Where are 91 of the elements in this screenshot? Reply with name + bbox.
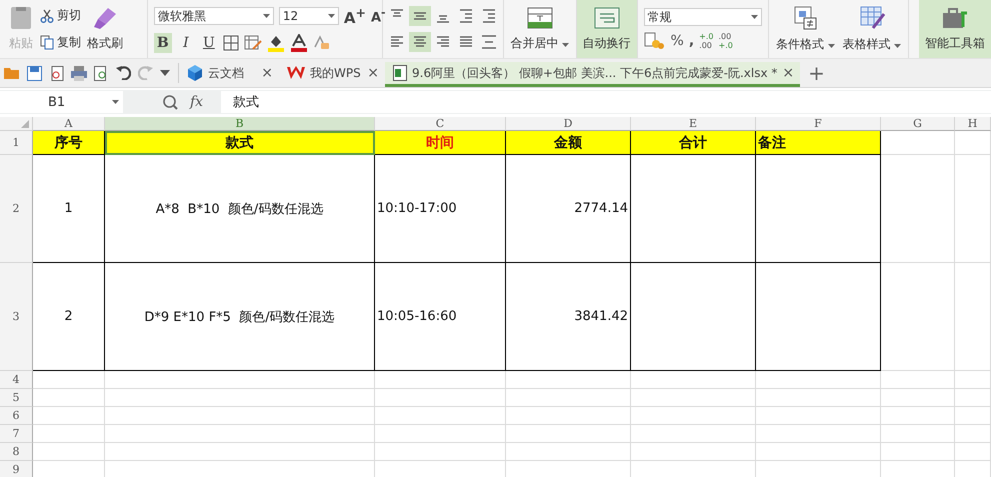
copy-button[interactable]: 复制	[40, 34, 81, 51]
caret-icon	[750, 15, 758, 19]
decrease-decimal-button[interactable]: .00 +.0	[718, 32, 733, 50]
folder-icon[interactable]	[4, 66, 20, 80]
name-box[interactable]: B1	[0, 91, 123, 113]
percent-button[interactable]: %	[670, 33, 684, 49]
row-header[interactable]: 3	[0, 263, 33, 371]
column-title-cell[interactable]: 序号	[33, 131, 105, 155]
conditional-format-icon	[792, 6, 818, 30]
column-header[interactable]: H	[955, 117, 991, 131]
row-header[interactable]: 2	[0, 155, 33, 263]
spreadsheet-file-icon	[393, 65, 407, 81]
table-cell[interactable]	[756, 263, 881, 371]
row-header[interactable]: 5	[0, 389, 33, 407]
font-name-dropdown[interactable]: 微软雅黑	[154, 7, 274, 25]
table-cell[interactable]: 3841.42	[506, 263, 631, 371]
cut-button[interactable]: 剪切	[40, 7, 81, 24]
grow-font-button[interactable]: A$^{+}$	[344, 5, 366, 27]
caret-icon	[262, 14, 270, 18]
underline-button[interactable]: U	[200, 33, 218, 53]
column-title-cell[interactable]: 款式	[105, 131, 375, 155]
cube-icon	[187, 65, 203, 81]
print-icon[interactable]	[71, 66, 87, 80]
table-cell[interactable]	[631, 263, 756, 371]
new-tab-button[interactable]: +	[808, 61, 825, 85]
table-cell[interactable]	[756, 155, 881, 263]
caret-icon	[112, 100, 119, 104]
column-title-cell[interactable]: 合计	[631, 131, 756, 155]
row-header[interactable]: 6	[0, 407, 33, 425]
table-cell[interactable]: 1	[33, 155, 105, 263]
redo-icon[interactable]	[138, 66, 153, 80]
column-header[interactable]: B	[105, 117, 375, 131]
increase-decimal-button[interactable]: +.0 .00	[699, 32, 714, 50]
column-title-cell[interactable]: 备注	[756, 131, 881, 155]
select-all-icon[interactable]	[21, 120, 29, 128]
shrink-font-button[interactable]: A$^{-}$	[370, 6, 386, 26]
clipboard-icon	[8, 6, 34, 28]
dropdown-icon[interactable]	[160, 70, 170, 76]
align-middle-icon[interactable]	[408, 6, 431, 26]
document-tab[interactable]: 我的WPS ×	[279, 59, 385, 87]
font-size-dropdown[interactable]: 12	[278, 7, 339, 25]
table-cell[interactable]: A*8 B*10 颜色/码数任混选	[105, 155, 375, 263]
font-color-icon[interactable]	[290, 34, 308, 52]
column-title-cell[interactable]: 时间	[375, 131, 506, 155]
wrap-text-icon	[594, 6, 620, 28]
merge-cells-icon	[526, 6, 553, 28]
bold-button[interactable]: B	[154, 33, 172, 53]
close-tab-button[interactable]: ×	[261, 65, 273, 81]
row-header[interactable]: 8	[0, 443, 33, 461]
column-title-cell[interactable]: 金额	[506, 131, 631, 155]
table-cell[interactable]	[631, 155, 756, 263]
save-icon[interactable]	[27, 66, 42, 80]
table-style-button[interactable]: 表格样式	[842, 36, 902, 52]
row-header[interactable]: 9	[0, 461, 33, 477]
brush-icon	[92, 6, 118, 28]
table-cell[interactable]: D*9 E*10 F*5 颜色/码数任混选	[105, 263, 375, 371]
close-tab-button[interactable]: ×	[782, 65, 794, 81]
caret-icon	[828, 44, 835, 48]
borders-icon[interactable]	[222, 35, 239, 51]
table-cell[interactable]: 10:05-16:60	[375, 263, 506, 371]
conditional-format-button[interactable]: 条件格式	[776, 36, 835, 52]
formula-input[interactable]: 款式	[221, 91, 991, 113]
caret-icon	[328, 14, 335, 18]
number-format-dropdown[interactable]: 常规	[644, 8, 762, 26]
document-tab[interactable]: 9.6阿里（回头客） 假聊+包邮 美滨... 下午6点前完成蒙爱-阮.xlsx * ×	[385, 62, 800, 87]
table-cell[interactable]: 2774.14	[506, 155, 631, 263]
table-cell[interactable]: 2	[33, 263, 105, 371]
table-style-icon	[858, 6, 885, 30]
format-painter-button[interactable]: 格式刷	[87, 34, 123, 52]
column-header[interactable]: G	[881, 117, 955, 131]
document-tab[interactable]: 云文档 ×	[179, 59, 279, 87]
copy-icon	[40, 35, 54, 50]
zoom-icon[interactable]	[163, 94, 178, 110]
align-center-icon[interactable]	[408, 32, 431, 52]
comma-button[interactable]: ,	[688, 33, 694, 49]
row-header[interactable]: 4	[0, 371, 33, 389]
w-logo-icon	[287, 66, 305, 80]
toolbox-icon	[941, 6, 969, 28]
italic-button[interactable]: I	[176, 33, 195, 53]
table-cell[interactable]: 10:10-17:00	[375, 155, 506, 263]
wrap-text-button[interactable]: 自动换行	[576, 0, 638, 58]
fill-color-icon[interactable]	[266, 34, 285, 52]
close-tab-button[interactable]: ×	[367, 65, 379, 81]
scissors-icon	[40, 8, 54, 22]
row-header[interactable]: 1	[0, 131, 33, 155]
undo-icon[interactable]	[116, 66, 131, 80]
function-button[interactable]: fx	[190, 94, 204, 110]
caret-icon	[894, 44, 902, 48]
merge-center-button[interactable]: 合并居中	[510, 34, 570, 52]
caret-icon	[562, 42, 570, 46]
row-header[interactable]: 7	[0, 425, 33, 443]
